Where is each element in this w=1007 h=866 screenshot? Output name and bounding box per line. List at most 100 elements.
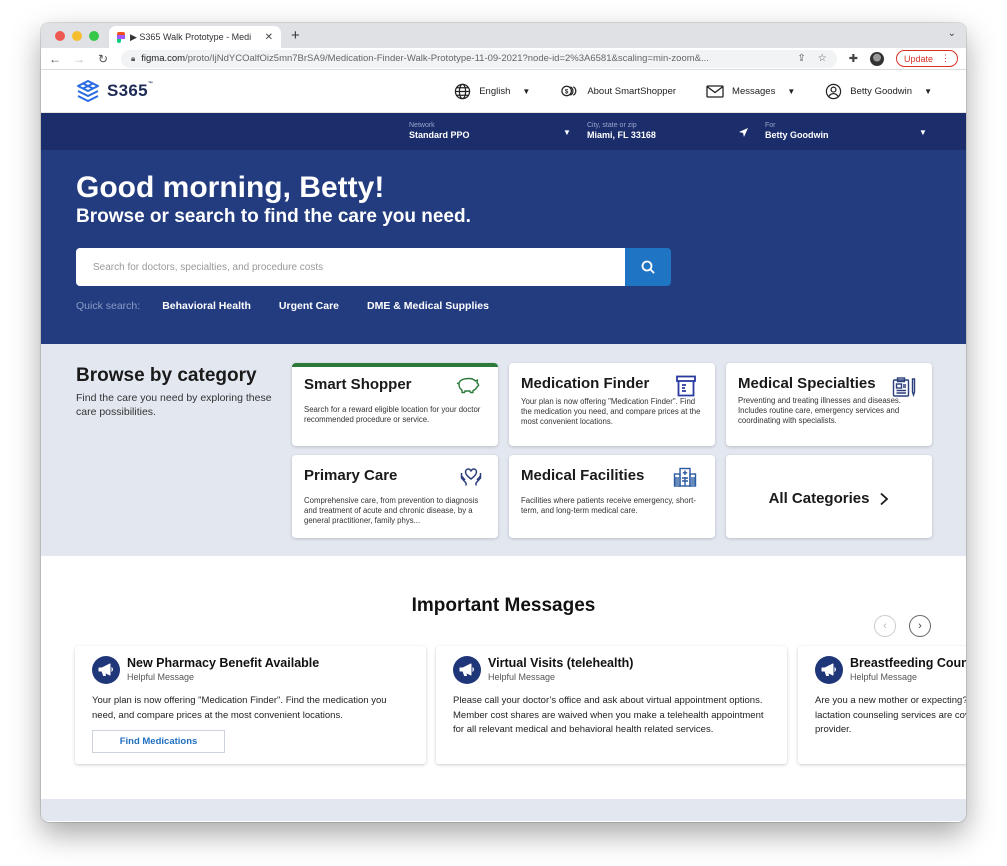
language-selector[interactable]: English ▼ (454, 83, 530, 100)
message-title: Virtual Visits (telehealth) (488, 656, 634, 670)
search-icon (641, 260, 655, 274)
quick-search-label: Quick search: (76, 300, 141, 312)
member-selector[interactable]: For Betty Goodwin (765, 122, 935, 140)
quick-link-urgent-care[interactable]: Urgent Care (279, 300, 339, 312)
message-title: New Pharmacy Benefit Available (127, 656, 320, 670)
messages-section: Important Messages ‹ › New Pharmacy Bene… (41, 556, 966, 799)
messages-menu[interactable]: Messages ▼ (706, 84, 796, 98)
caret-down-icon[interactable]: ▼ (919, 128, 927, 137)
search-bar (76, 248, 671, 286)
url-input[interactable]: 🔒︎ figma.com/proto/IjNdYCOalfOiz5mn7BrSA… (121, 49, 837, 68)
logo[interactable]: S365™ (75, 79, 153, 103)
bookmark-star-icon[interactable]: ☆ (818, 53, 827, 64)
s365-logo-icon (77, 80, 99, 102)
message-body: Are you a new mother or expecting? Lacta… (815, 695, 966, 735)
hero-subtitle: Browse or search to find the care you ne… (76, 206, 471, 227)
tab-search-chevron-icon[interactable]: ⌄ (948, 28, 956, 39)
all-categories-button[interactable]: All Categories (726, 455, 932, 538)
locate-arrow-icon[interactable] (739, 128, 748, 137)
more-vert-icon: ⋮ (941, 53, 950, 63)
piggy-bank-icon (456, 377, 480, 394)
lock-icon: 🔒︎ (131, 53, 136, 63)
window-controls (55, 31, 99, 41)
category-card-medical-facilities[interactable]: Medical Facilities Facilities where pati… (509, 455, 715, 538)
find-medications-button[interactable]: Find Medications (92, 730, 225, 753)
message-subtitle: Helpful Message (850, 672, 918, 682)
forward-arrow-icon[interactable]: → (73, 52, 85, 66)
carousel-next-button[interactable]: › (909, 615, 931, 637)
search-input[interactable] (76, 248, 625, 286)
caret-down-icon: ▼ (924, 86, 932, 96)
quick-search: Quick search: Behavioral Health Urgent C… (76, 300, 931, 312)
message-title: Breastfeeding Counseling (850, 656, 966, 670)
svg-text:$: $ (565, 88, 569, 95)
chevron-left-icon: ‹ (883, 620, 887, 632)
user-menu[interactable]: Betty Goodwin ▼ (825, 83, 932, 100)
tab-title: ▶ S365 Walk Prototype - Medi (130, 31, 252, 42)
reload-icon[interactable]: ↻ (97, 52, 109, 66)
pill-bottle-icon (676, 375, 696, 397)
message-card: Virtual Visits (telehealth) Helpful Mess… (436, 646, 787, 764)
url-path: /proto/IjNdYCOalfOiz5mn7BrSA9/Medication… (185, 53, 709, 64)
location-bar: Network Standard PPO ▼ City, state or zi… (41, 113, 966, 150)
browse-section: Browse by category Find the care you nee… (41, 344, 966, 556)
close-window-button[interactable] (55, 31, 65, 41)
browser-tab[interactable]: ▶ S365 Walk Prototype - Medi ✕ (109, 26, 281, 48)
location-input[interactable]: City, state or zip Miami, FL 33168 (587, 122, 737, 140)
category-card-medication-finder[interactable]: Medication Finder Your plan is now offer… (509, 363, 715, 446)
chevron-right-icon (880, 492, 889, 505)
browser-window: ▶ S365 Walk Prototype - Medi ✕ + ⌄ ← → ↻… (41, 23, 966, 822)
logo-text: S365 (107, 81, 148, 100)
heart-hands-icon (460, 468, 482, 486)
message-body: Your plan is now offering "Medication Fi… (92, 695, 387, 721)
browse-title: Browse by category (76, 365, 257, 386)
new-tab-icon[interactable]: + (291, 27, 300, 44)
category-card-primary-care[interactable]: Primary Care Comprehensive care, from pr… (292, 455, 498, 538)
megaphone-icon (815, 656, 843, 684)
caret-down-icon[interactable]: ▼ (563, 128, 571, 137)
envelope-icon (706, 84, 724, 98)
network-selector[interactable]: Network Standard PPO (409, 122, 569, 140)
greeting-heading: Good morning, Betty! (76, 171, 385, 204)
category-card-medical-specialties[interactable]: Medical Specialties Preventing and treat… (726, 363, 932, 446)
maximize-window-button[interactable] (89, 31, 99, 41)
close-tab-icon[interactable]: ✕ (265, 32, 273, 43)
quick-link-dme-supplies[interactable]: DME & Medical Supplies (367, 300, 489, 312)
category-card-smart-shopper[interactable]: Smart Shopper Search for a reward eligib… (292, 363, 498, 446)
globe-icon (455, 83, 471, 99)
hospital-icon (673, 467, 697, 487)
update-button[interactable]: Update ⋮ (895, 50, 958, 67)
url-host: figma.com (141, 53, 186, 64)
share-icon[interactable]: ⇪ (797, 53, 805, 64)
message-card: New Pharmacy Benefit Available Helpful M… (75, 646, 426, 764)
profile-avatar[interactable] (869, 51, 884, 66)
about-smartshopper-link[interactable]: $ About SmartShopper (560, 85, 676, 97)
caret-down-icon: ▼ (787, 86, 796, 96)
message-subtitle: Helpful Message (127, 672, 195, 682)
search-button[interactable] (625, 248, 671, 286)
megaphone-icon (92, 656, 120, 684)
category-grid: Smart Shopper Search for a reward eligib… (292, 363, 932, 538)
footer-band (41, 799, 966, 821)
address-bar: ← → ↻ 🔒︎ figma.com/proto/IjNdYCOalfOiz5m… (41, 48, 966, 70)
message-card: Breastfeeding Counseling Helpful Message… (798, 646, 966, 764)
user-circle-icon (826, 83, 842, 99)
quick-link-behavioral-health[interactable]: Behavioral Health (162, 300, 251, 312)
clipboard-icon (892, 377, 916, 397)
tab-strip: ▶ S365 Walk Prototype - Medi ✕ + ⌄ (41, 23, 966, 48)
browse-description: Find the care you need by exploring thes… (76, 392, 272, 418)
megaphone-icon (453, 656, 481, 684)
back-arrow-icon[interactable]: ← (49, 52, 61, 66)
carousel-prev-button[interactable]: ‹ (874, 615, 896, 637)
message-body: Please call your doctor’s office and ask… (453, 695, 764, 735)
minimize-window-button[interactable] (72, 31, 82, 41)
message-subtitle: Helpful Message (488, 672, 556, 682)
site-header: S365™ English ▼ $ About SmartShopper Mess… (41, 70, 966, 113)
messages-title: Important Messages (411, 595, 596, 616)
figma-icon (117, 31, 125, 43)
chevron-right-icon: › (918, 620, 922, 632)
hero-section: Good morning, Betty! Browse or search to… (41, 150, 966, 344)
extensions-puzzle-icon[interactable]: ✚ (849, 52, 858, 65)
caret-down-icon: ▼ (522, 86, 531, 96)
header-nav: English ▼ $ About SmartShopper Messages ▼ … (454, 83, 932, 100)
